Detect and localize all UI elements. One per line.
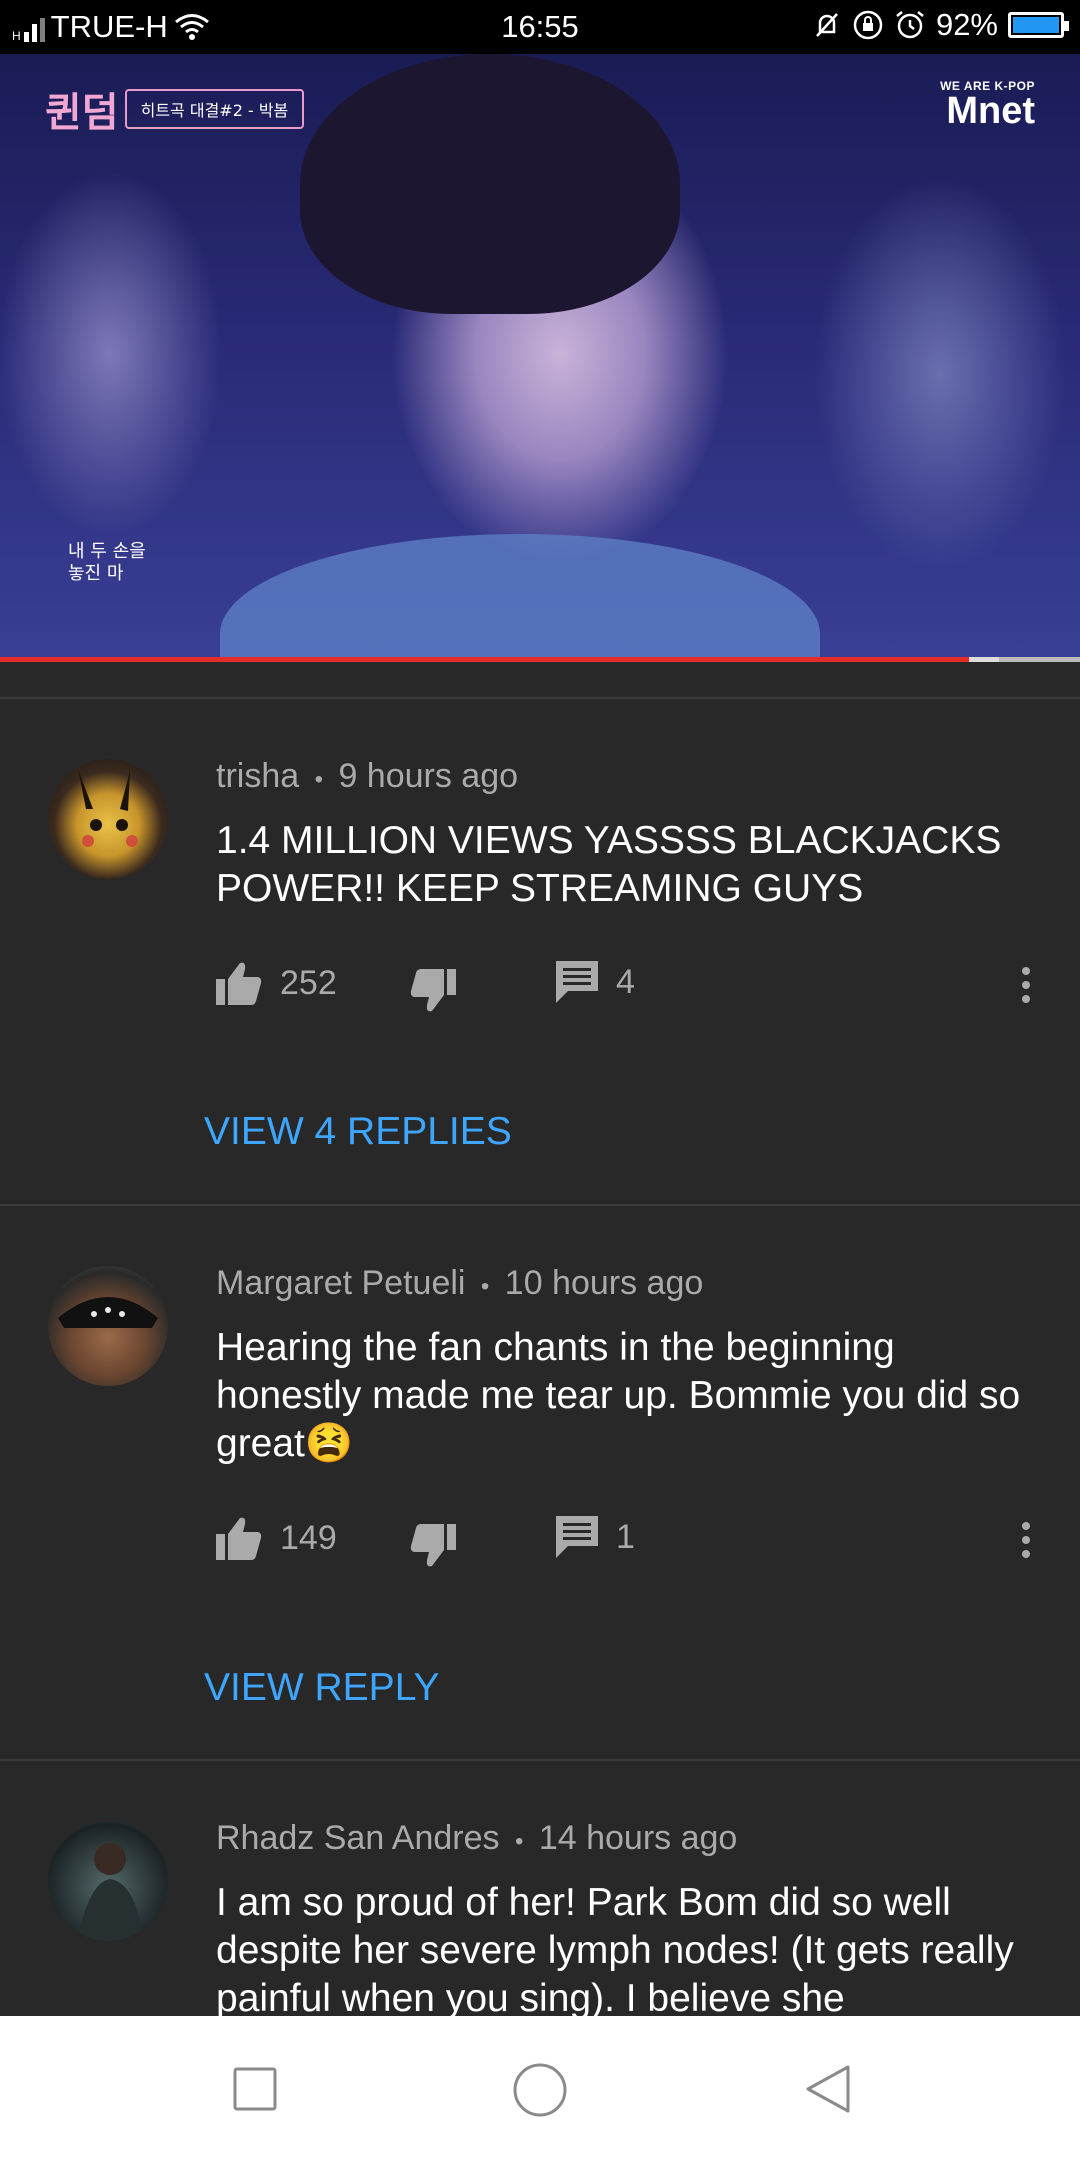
reply-count: 1 bbox=[616, 1517, 635, 1556]
avatar[interactable] bbox=[48, 1266, 168, 1386]
video-frame-shirt bbox=[220, 534, 820, 658]
view-replies-link[interactable]: VIEW 4 REPLIES bbox=[204, 1110, 512, 1154]
bell-off-icon bbox=[816, 13, 838, 37]
more-options-icon[interactable] bbox=[1016, 1516, 1036, 1564]
alarm-icon bbox=[896, 11, 924, 39]
comment-time: 14 hours ago bbox=[538, 1819, 738, 1857]
meta-separator: • bbox=[314, 766, 323, 793]
comment-icon bbox=[556, 961, 598, 1003]
subtitle-line-2: 놓진 마 bbox=[68, 563, 124, 584]
show-logo-text: 퀸덤 bbox=[45, 90, 119, 136]
reply-button[interactable]: 1 bbox=[556, 1516, 635, 1558]
like-button[interactable]: 252 bbox=[216, 961, 337, 1005]
thumbs-down-icon bbox=[410, 969, 456, 1012]
thumbs-up-icon bbox=[216, 1517, 262, 1560]
video-subtitle: 내 두 손을 놓진 마 bbox=[68, 541, 146, 585]
person-avatar-icon bbox=[58, 1297, 158, 1328]
pikachu-avatar-icon bbox=[78, 769, 138, 847]
comment: Margaret Petueli • 10 hours ago Hearing … bbox=[0, 1206, 1080, 1759]
video-frame-figure bbox=[300, 54, 680, 314]
video-player[interactable]: 퀸덤 히트곡 대결#2 - 박봄 WE ARE K-POP Mnet 내 두 손… bbox=[0, 54, 1080, 658]
like-count: 252 bbox=[280, 963, 337, 1002]
comment-meta: Margaret Petueli • 10 hours ago bbox=[216, 1264, 703, 1303]
comment-icon bbox=[556, 1516, 598, 1558]
comment-text: 1.4 MILLION VIEWS YASSSS BLACKJACKS POWE… bbox=[216, 819, 1002, 910]
progress-played bbox=[0, 657, 969, 662]
meta-separator: • bbox=[480, 1273, 490, 1300]
avatar[interactable] bbox=[48, 1821, 168, 1941]
avatar[interactable] bbox=[48, 759, 168, 879]
meta-separator: • bbox=[514, 1828, 524, 1855]
recent-apps-button[interactable] bbox=[232, 2066, 278, 2112]
show-logo: 퀸덤 히트곡 대결#2 - 박봄 bbox=[45, 80, 305, 138]
comment-text: Hearing the fan chants in the beginning … bbox=[216, 1326, 1021, 1465]
comment-actions: 149 1 bbox=[216, 1516, 1036, 1567]
thumbs-down-icon bbox=[410, 1524, 456, 1567]
reply-count: 4 bbox=[616, 962, 635, 1001]
battery-percent: 92% bbox=[935, 7, 998, 42]
network-name: Mnet bbox=[946, 90, 1035, 132]
progress-buffered bbox=[968, 657, 999, 662]
comment-meta: trisha • 9 hours ago bbox=[216, 757, 518, 796]
status-bar: H TRUE-H 16:55 92% bbox=[0, 0, 1080, 54]
comment-actions: 252 4 bbox=[216, 961, 1036, 1012]
dislike-button[interactable] bbox=[410, 961, 456, 1012]
comment-author[interactable]: Rhadz San Andres bbox=[216, 1819, 500, 1857]
segment-tag: 히트곡 대결#2 - 박봄 bbox=[124, 89, 305, 129]
comment: trisha • 9 hours ago 1.4 MILLION VIEWS Y… bbox=[0, 699, 1080, 1204]
battery-icon bbox=[1008, 12, 1069, 38]
thumbs-up-icon bbox=[216, 962, 262, 1005]
like-button[interactable]: 149 bbox=[216, 1516, 337, 1560]
comment-time: 10 hours ago bbox=[504, 1264, 704, 1302]
more-options-icon[interactable] bbox=[1016, 961, 1036, 1009]
reply-button[interactable]: 4 bbox=[556, 961, 635, 1003]
comment-author[interactable]: Margaret Petueli bbox=[216, 1264, 465, 1302]
comment-text: I am so proud of her! Park Bom did so we… bbox=[216, 1881, 1014, 2016]
view-replies-link[interactable]: VIEW REPLY bbox=[204, 1666, 440, 1710]
comment-time: 9 hours ago bbox=[338, 757, 519, 795]
rotation-lock-icon bbox=[853, 10, 883, 40]
comment-meta: Rhadz San Andres • 14 hours ago bbox=[216, 1819, 737, 1858]
subtitle-line-1: 내 두 손을 bbox=[68, 541, 146, 562]
video-progress-bar[interactable] bbox=[0, 657, 1080, 662]
like-count: 149 bbox=[280, 1518, 337, 1557]
person-avatar-icon bbox=[78, 1843, 144, 1941]
system-navigation-bar bbox=[0, 2016, 1080, 2160]
network-logo: WE ARE K-POP Mnet bbox=[940, 79, 1035, 132]
home-button[interactable] bbox=[512, 2062, 568, 2118]
comment: Rhadz San Andres • 14 hours ago I am so … bbox=[0, 1761, 1080, 2016]
back-button[interactable] bbox=[804, 2064, 852, 2114]
comment-author[interactable]: trisha bbox=[216, 757, 299, 795]
dislike-button[interactable] bbox=[410, 1516, 456, 1567]
